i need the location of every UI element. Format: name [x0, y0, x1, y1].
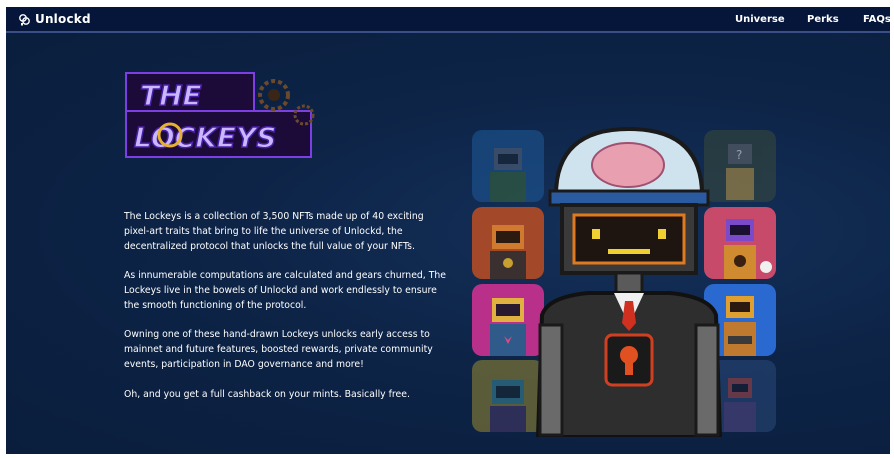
nav-link-perks[interactable]: Perks [807, 14, 839, 25]
logo-line-1: THE [140, 79, 202, 112]
brand-name: Unlockd [35, 12, 91, 26]
paragraph-intro: The Lockeys is a collection of 3,500 NFT… [124, 211, 424, 252]
nav-link-universe[interactable]: Universe [735, 14, 785, 25]
lockey-robot-hero-image [535, 126, 723, 437]
lockeys-description: The Lockeys is a collection of 3,500 NFT… [124, 210, 446, 417]
svg-text:?: ? [736, 148, 742, 162]
nav-link-faqs[interactable]: FAQs [863, 14, 890, 25]
paragraph-perks: Owning one of these hand-drawn Lockeys u… [124, 329, 433, 370]
unlockd-key-icon [19, 13, 30, 25]
brand-link[interactable]: Unlockd [18, 12, 91, 26]
page-frame: Unlockd Universe Perks FAQs THE LOCKEYS … [6, 7, 890, 454]
paragraph-computations: As innumerable computations are calculat… [124, 270, 447, 311]
top-navbar: Unlockd Universe Perks FAQs [6, 7, 890, 33]
logo-line-2: LOCKEYS [134, 121, 276, 154]
the-lockeys-logo: THE LOCKEYS [125, 72, 315, 158]
paragraph-cashback: Oh, and you get a full cashback on your … [124, 388, 410, 400]
